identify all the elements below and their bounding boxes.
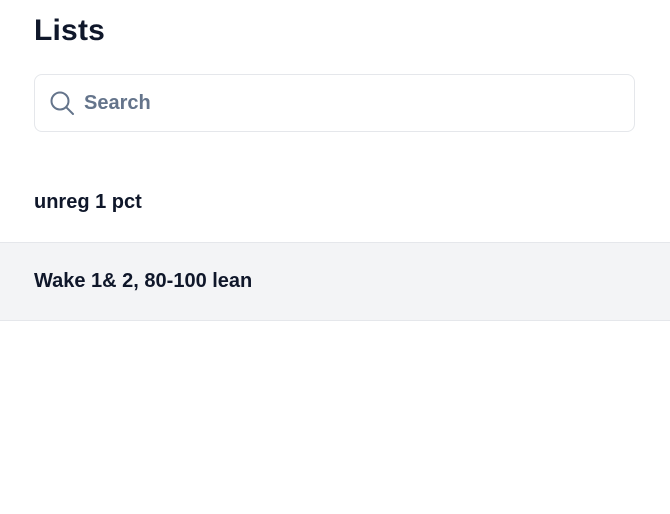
search-box[interactable] xyxy=(34,74,635,132)
lists-list: unreg 1 pct Wake 1& 2, 80-100 lean xyxy=(0,163,670,321)
list-item[interactable]: Wake 1& 2, 80-100 lean xyxy=(0,242,670,321)
list-item-label: unreg 1 pct xyxy=(34,191,142,213)
list-item[interactable]: unreg 1 pct xyxy=(0,163,670,242)
search-icon xyxy=(48,89,76,117)
lists-panel: Lists unreg 1 pct Wake 1& 2, 80-100 lean xyxy=(0,0,670,514)
search-input[interactable] xyxy=(84,91,604,115)
list-item-label: Wake 1& 2, 80-100 lean xyxy=(34,270,253,292)
page-title: Lists xyxy=(34,14,106,47)
